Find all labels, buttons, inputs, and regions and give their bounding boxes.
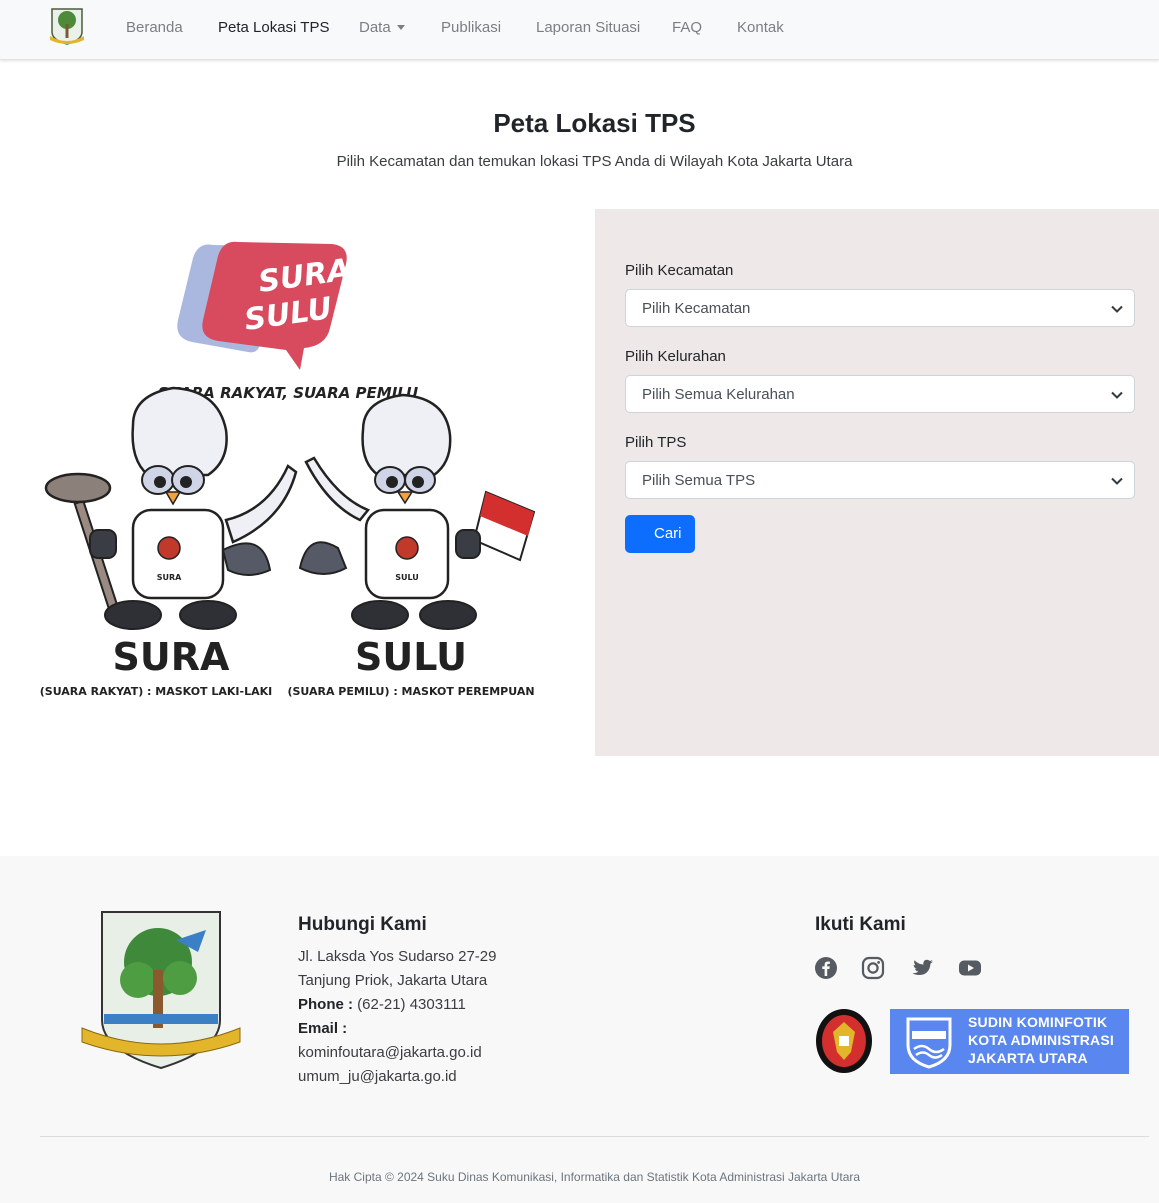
follow-heading: Ikuti Kami	[815, 914, 906, 935]
left-mascot-caption: (SUARA RAKYAT) : MASKOT LAKI-LAKI	[40, 685, 272, 698]
email-2[interactable]: umum_ju@jakarta.go.id	[298, 1068, 457, 1085]
email-label: Email :	[298, 1020, 348, 1037]
kominfo-line-1: SUDIN KOMINFOTIK	[968, 1014, 1108, 1030]
shirt-label-sulu: SULU	[395, 573, 419, 582]
email-label-line: Email :	[298, 1020, 347, 1037]
nav-data-dropdown[interactable]: Data	[359, 19, 405, 36]
youtube-icon[interactable]	[958, 956, 982, 980]
page-title: Peta Lokasi TPS	[493, 108, 696, 138]
search-button[interactable]: Cari	[625, 515, 695, 553]
footer-divider	[40, 1136, 1149, 1137]
kelurahan-select[interactable]: Pilih Semua Kelurahan	[625, 375, 1135, 413]
jakarta-utara-logo[interactable]	[48, 6, 86, 46]
jakarta-utara-emblem	[81, 911, 241, 1070]
phone-value: (62-21) 4303111	[357, 996, 466, 1013]
nav-publikasi[interactable]: Publikasi	[441, 19, 501, 36]
search-button-label: Cari	[654, 525, 682, 542]
kominfo-line-2: KOTA ADMINISTRASI	[968, 1032, 1114, 1048]
copyright-text: Hak Cipta © 2024 Suku Dinas Komunikasi, …	[328, 1170, 861, 1184]
right-mascot-name: SULU	[355, 635, 467, 679]
footer: Hubungi Kami Jl. Laksda Yos Sudarso 27-2…	[0, 856, 1159, 1203]
shirt-label-sura: SURA	[157, 573, 182, 582]
kecamatan-label: Pilih Kecamatan	[625, 262, 734, 279]
tps-search-panel: Pilih Kecamatan Pilih Kecamatan Pilih Ke…	[595, 209, 1159, 756]
contact-heading: Hubungi Kami	[298, 914, 427, 935]
top-navbar: Beranda Peta Lokasi TPS Data Publikasi L…	[0, 0, 1159, 60]
kelurahan-label: Pilih Kelurahan	[625, 348, 726, 365]
nav-laporan-situasi[interactable]: Laporan Situasi	[536, 19, 640, 36]
kecamatan-select-value: Pilih Kecamatan	[642, 300, 751, 317]
kpu-logo[interactable]	[815, 1008, 873, 1074]
tps-select[interactable]: Pilih Semua TPS	[625, 461, 1135, 499]
nav-kontak[interactable]: Kontak	[737, 19, 784, 36]
tps-label: Pilih TPS	[625, 434, 687, 451]
nav-faq[interactable]: FAQ	[672, 19, 702, 36]
page-subtitle: Pilih Kecamatan dan temukan lokasi TPS A…	[336, 153, 853, 170]
tps-select-value: Pilih Semua TPS	[642, 472, 756, 489]
sudin-kominfotik-banner[interactable]: SUDIN KOMINFOTIK KOTA ADMINISTRASI JAKAR…	[890, 1009, 1129, 1074]
nav-data-label: Data	[359, 19, 391, 36]
email-1[interactable]: kominfoutara@jakarta.go.id	[298, 1044, 482, 1061]
kominfotik-badge-icon	[906, 1017, 952, 1069]
left-mascot-name: SURA	[113, 635, 230, 679]
phone-label: Phone :	[298, 996, 353, 1013]
chevron-down-icon	[1111, 305, 1123, 313]
caret-down-icon	[396, 25, 405, 30]
instagram-icon[interactable]	[861, 956, 885, 980]
phone-line: Phone : (62-21) 4303111	[298, 996, 466, 1013]
right-mascot-caption: (SUARA PEMILU) : MASKOT PEREMPUAN	[287, 685, 534, 698]
kominfo-line-3: JAKARTA UTARA	[968, 1050, 1088, 1066]
nav-peta-lokasi-tps[interactable]: Peta Lokasi TPS	[218, 19, 329, 36]
nav-beranda[interactable]: Beranda	[126, 19, 183, 36]
address-line-2: Tanjung Priok, Jakarta Utara	[298, 972, 488, 989]
chevron-down-icon	[1111, 477, 1123, 485]
chevron-down-icon	[1111, 391, 1123, 399]
kecamatan-select[interactable]: Pilih Kecamatan	[625, 289, 1135, 327]
facebook-icon[interactable]	[814, 956, 838, 980]
address-line-1: Jl. Laksda Yos Sudarso 27-29	[298, 948, 497, 965]
kelurahan-select-value: Pilih Semua Kelurahan	[642, 386, 795, 403]
twitter-icon[interactable]	[910, 956, 934, 980]
sura-sulu-mascot-illustration: SURA SULU SUARA RAKYAT, SUARA PEMILU SUR…	[40, 241, 536, 698]
